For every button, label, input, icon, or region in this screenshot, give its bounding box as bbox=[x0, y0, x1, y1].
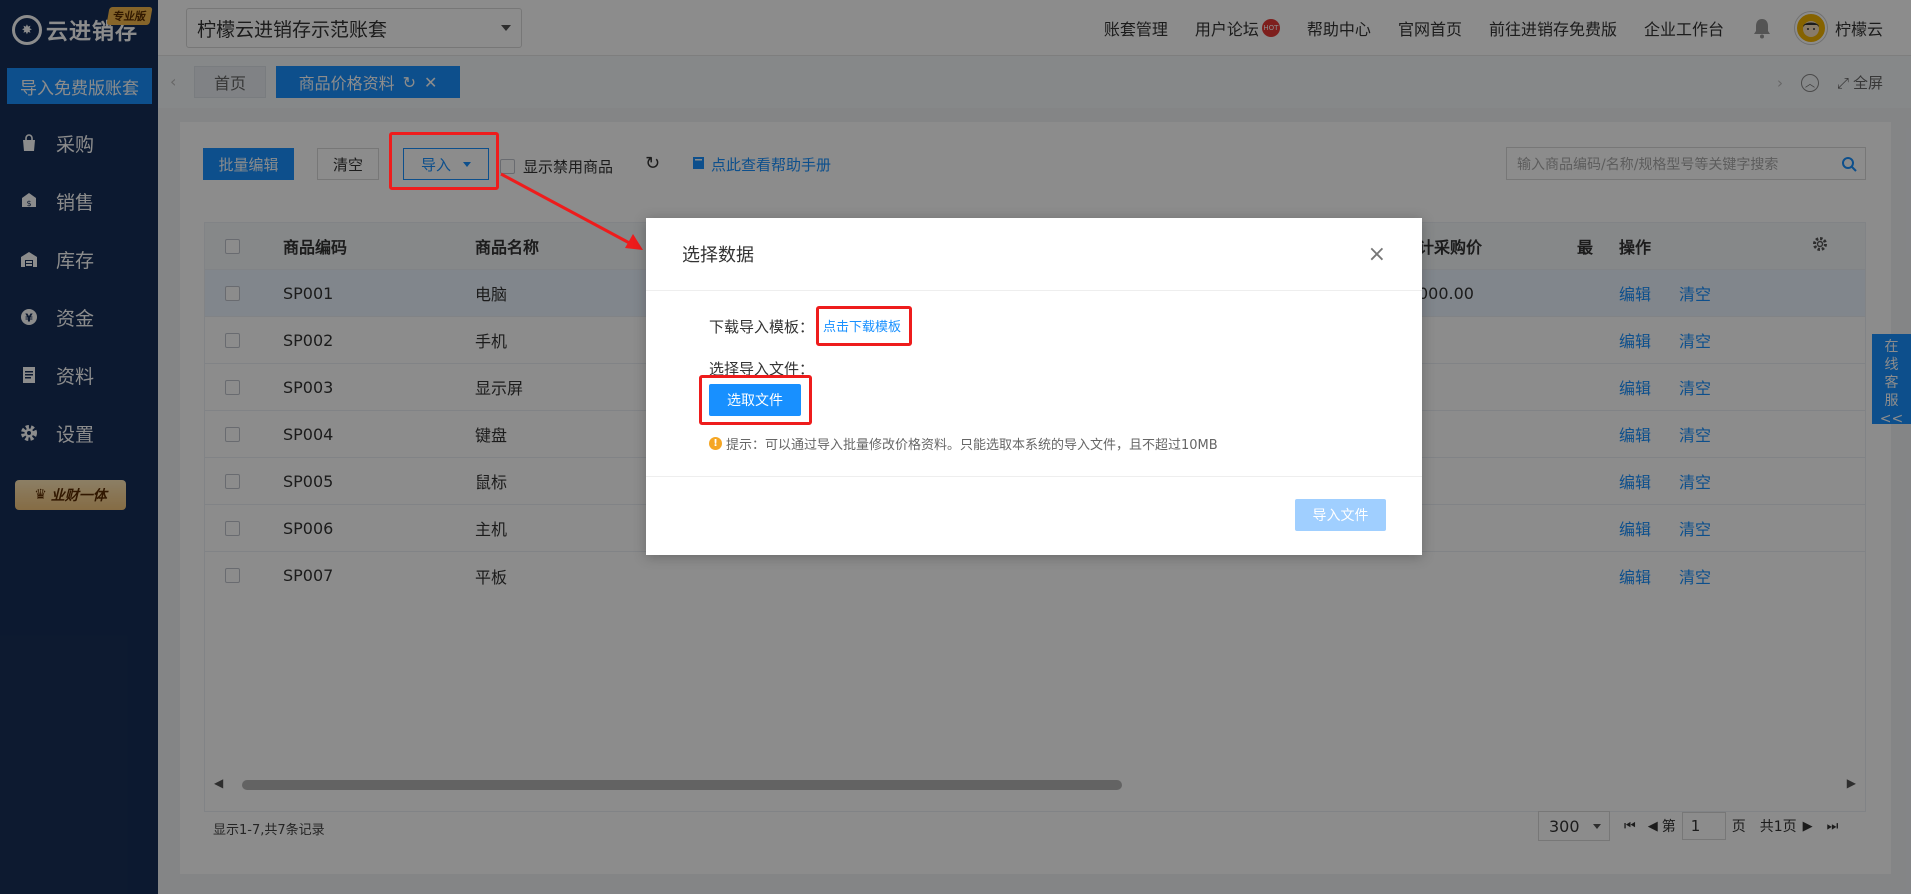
select-data-dialog: 选择数据 × 下载导入模板： 点击下载模板 选择导入文件： 选取文件 ! 提示：… bbox=[646, 218, 1422, 555]
annotation-highlight-download bbox=[816, 306, 912, 346]
dialog-title: 选择数据 bbox=[682, 245, 754, 266]
import-file-button[interactable]: 导入文件 bbox=[1295, 499, 1386, 531]
annotation-highlight-choose bbox=[699, 375, 812, 425]
warning-icon: ! bbox=[709, 437, 722, 450]
hint-text: 提示：可以通过导入批量修改价格资料。只能选取本系统的导入文件，且不超过10MB bbox=[726, 438, 1218, 453]
annotation-arrow bbox=[500, 172, 643, 250]
dialog-footer: 导入文件 bbox=[646, 476, 1422, 555]
download-template-label: 下载导入模板： bbox=[709, 318, 815, 336]
import-hint: ! 提示：可以通过导入批量修改价格资料。只能选取本系统的导入文件，且不超过10M… bbox=[709, 434, 1218, 453]
close-icon[interactable]: × bbox=[1368, 244, 1386, 266]
annotation-highlight-import bbox=[389, 132, 499, 190]
dialog-header: 选择数据 × bbox=[646, 218, 1422, 291]
